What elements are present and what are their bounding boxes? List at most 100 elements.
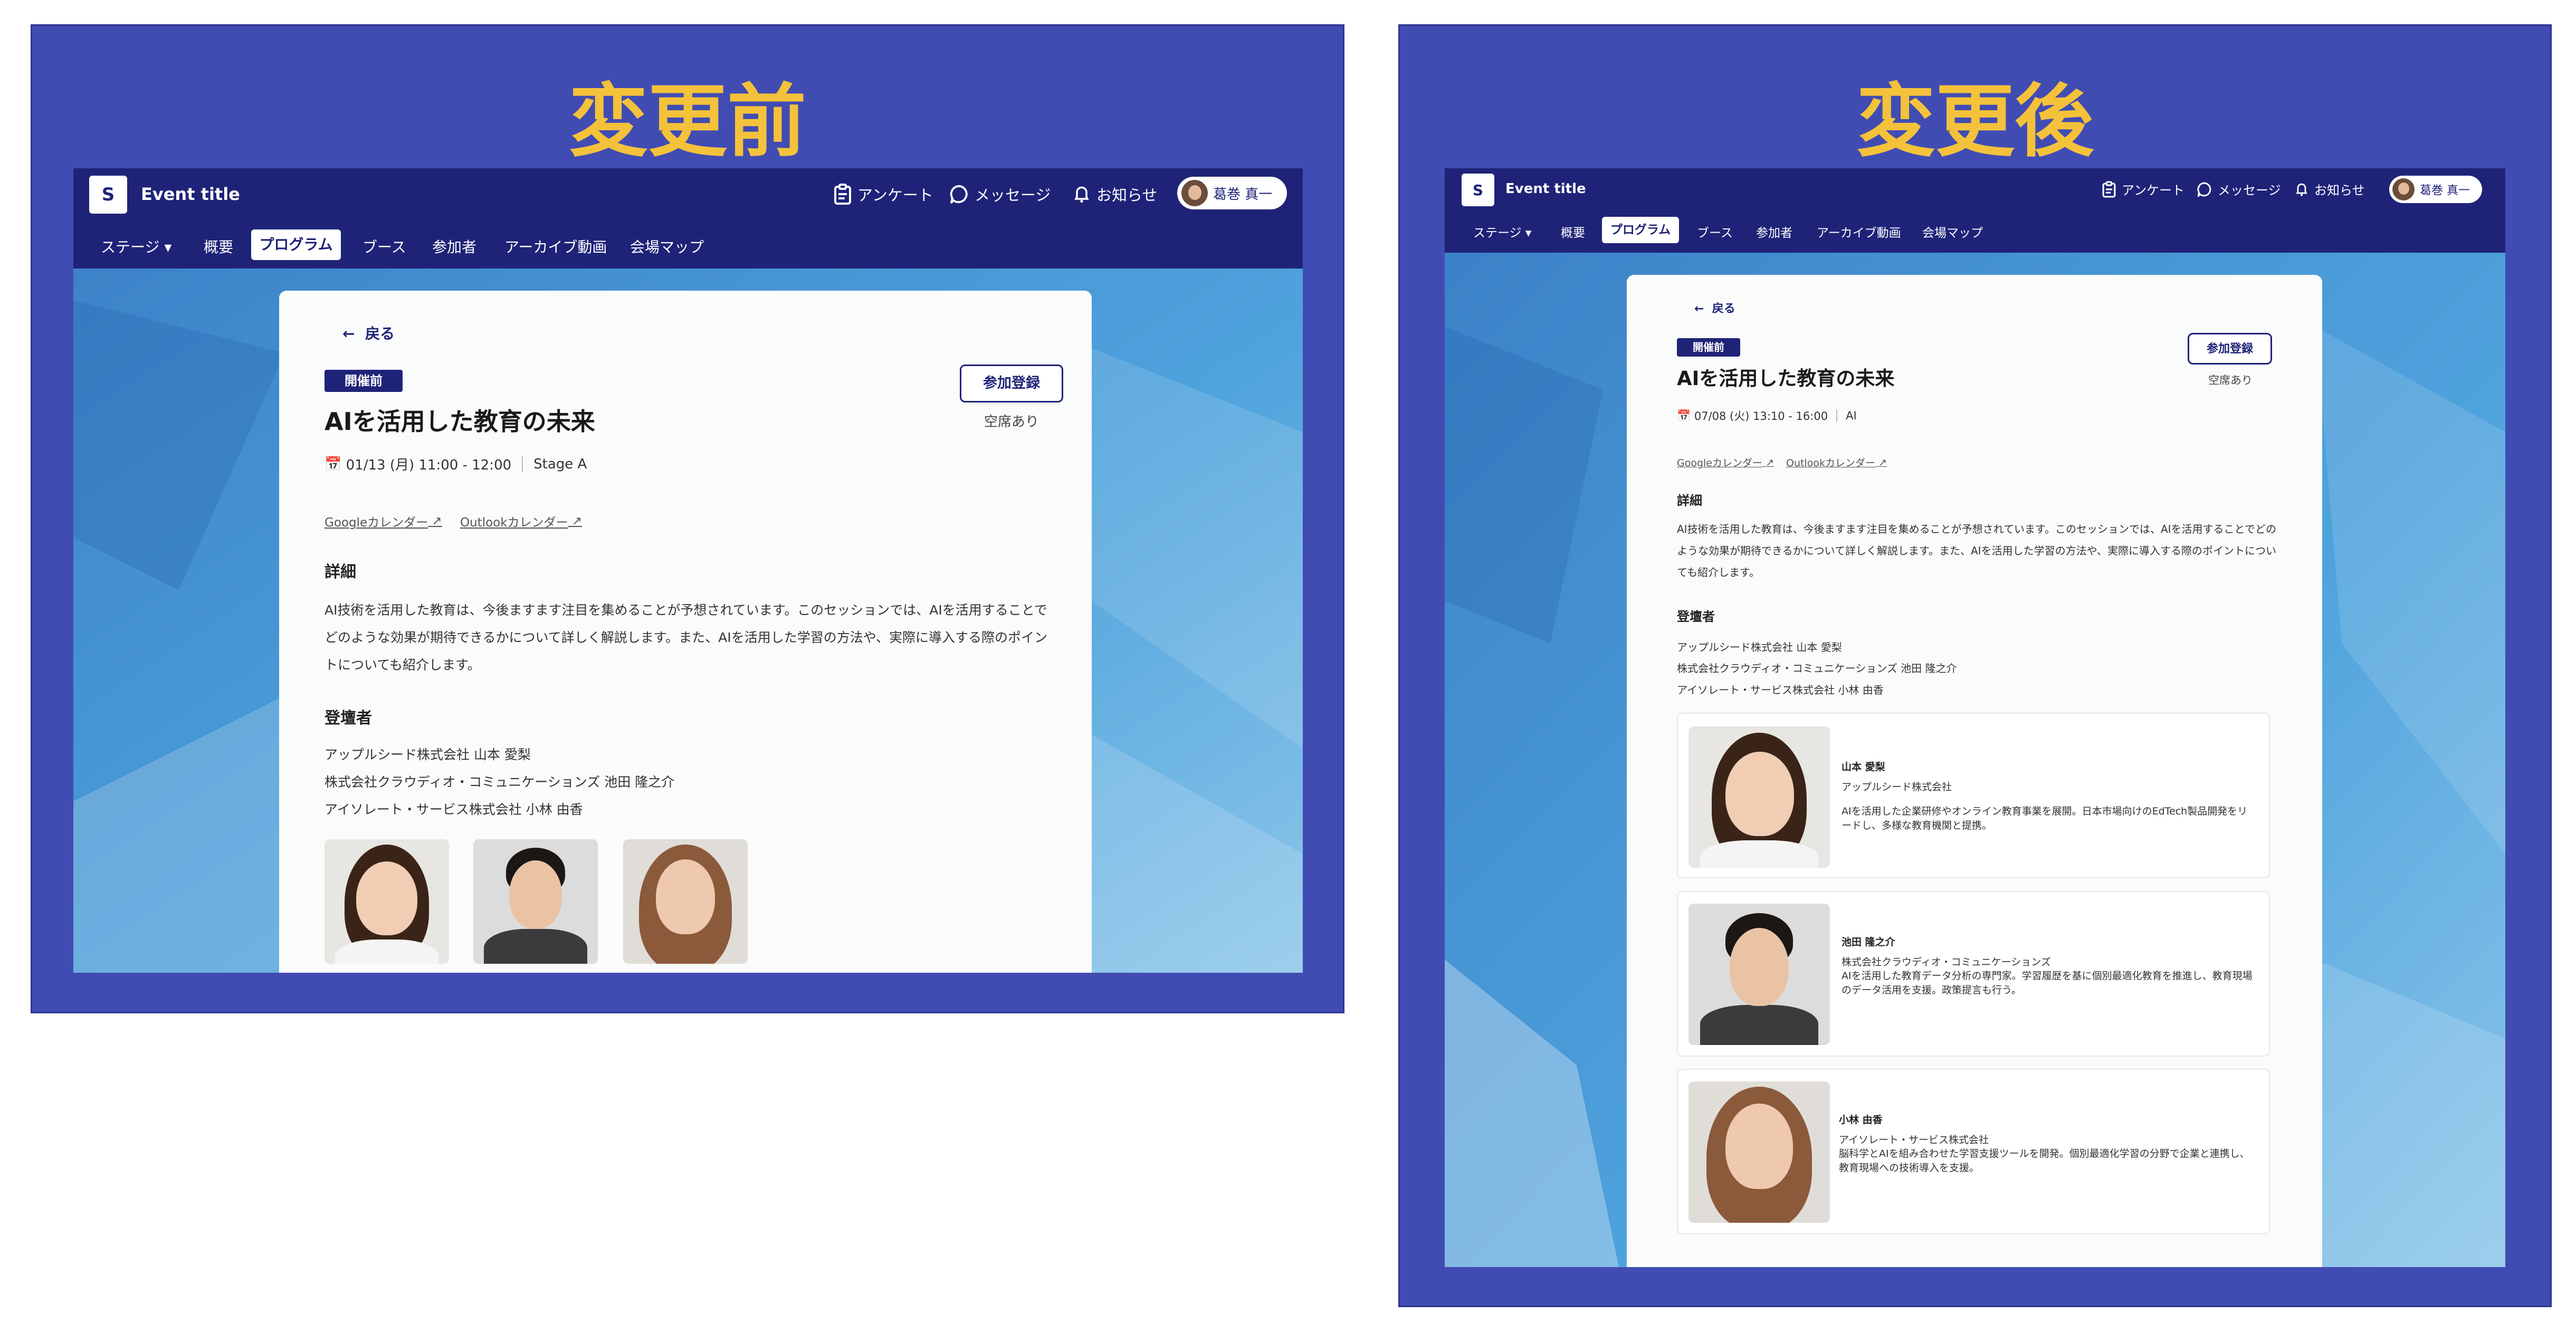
nav-overview[interactable]: 概要	[1561, 223, 1585, 241]
speaker-card: 小林 由香 アイソレート・サービス株式会社 脳科学とAIを組み合わせた学習支援ツ…	[1677, 1069, 2270, 1234]
survey-link[interactable]: アンケート	[833, 183, 933, 205]
event-venue: AI	[1846, 409, 1857, 422]
messages-link[interactable]: メッセージ	[949, 183, 1051, 205]
speaker-company: アップルシード株式会社	[1842, 781, 1952, 793]
chat-bubble-icon	[2197, 181, 2211, 197]
speaker-photo	[325, 839, 449, 964]
bell-icon	[2296, 183, 2307, 196]
nav-booth[interactable]: ブース	[362, 236, 406, 257]
nav-booth[interactable]: ブース	[1697, 223, 1733, 241]
app-logo[interactable]: S	[1462, 174, 1494, 206]
external-link-icon: ↗	[1766, 456, 1774, 468]
messages-label: メッセージ	[975, 186, 1051, 204]
survey-link[interactable]: アンケート	[2102, 180, 2184, 198]
top-header: S Event title アンケート メッセージ お知らせ 葛巻 真一	[73, 168, 1303, 221]
speaker-line: アップルシード株式会社 山本 愛梨	[325, 747, 531, 762]
caret-down-icon: ▾	[164, 238, 172, 256]
calendar-icon: 📅	[325, 456, 342, 472]
vacancy-status: 空席あり	[984, 414, 1039, 430]
after-panel: 変更後 S Event title アンケート メッセージ お知らせ 葛巻 真一…	[1398, 24, 2552, 1307]
bell-icon	[1074, 186, 1089, 203]
nav-overview[interactable]: 概要	[204, 236, 233, 257]
back-link[interactable]: ← 戻る	[342, 322, 395, 343]
nav-venue-map[interactable]: 会場マップ	[630, 236, 704, 257]
speaker-description: AIを活用した企業研修やオンライン教育事業を展開。日本市場向けのEdTech製品…	[1842, 806, 2248, 831]
status-badge: 開催前	[1677, 338, 1740, 357]
app-title: Event title	[141, 184, 240, 204]
speaker-name: 山本 愛梨	[1842, 761, 1885, 773]
nav-archive[interactable]: アーカイブ動画	[1817, 223, 1901, 241]
outlook-calendar-label: Outlookカレンダー	[1786, 457, 1875, 469]
details-text: AI技術を活用した教育は、今後ますます注目を集めることが予想されています。このセ…	[325, 602, 1047, 673]
google-calendar-label: Googleカレンダー	[325, 516, 428, 530]
nav-stage[interactable]: ステージ ▾	[101, 236, 171, 257]
event-title: AIを活用した教育の未来	[325, 407, 595, 436]
nav-archive[interactable]: アーカイブ動画	[504, 236, 607, 257]
top-header: S Event title アンケート メッセージ お知らせ 葛巻 真一	[1445, 168, 2505, 210]
event-title: AIを活用した教育の未来	[1677, 367, 1895, 390]
speaker-photo	[1688, 1081, 1830, 1223]
avatar	[2392, 178, 2415, 200]
nav-participants[interactable]: 参加者	[432, 236, 476, 257]
external-link-icon: ↗	[571, 514, 583, 528]
google-calendar-link[interactable]: Googleカレンダー ↗	[1677, 455, 1774, 469]
outlook-calendar-link[interactable]: Outlookカレンダー ↗	[460, 512, 582, 530]
arrow-left-icon: ←	[342, 325, 355, 342]
speaker-photo	[1688, 726, 1830, 868]
nav-participants[interactable]: 参加者	[1756, 223, 1792, 241]
details-heading: 詳細	[325, 563, 356, 581]
arrow-left-icon: ←	[1694, 302, 1704, 315]
nav-venue-map[interactable]: 会場マップ	[1922, 223, 1983, 241]
chat-bubble-icon	[950, 185, 968, 204]
notifications-link[interactable]: お知らせ	[2294, 180, 2365, 198]
app-logo[interactable]: S	[89, 176, 127, 214]
speakers-heading: 登壇者	[1677, 609, 1715, 624]
speaker-line: 株式会社クラウディオ・コミュニケーションズ 池田 隆之介	[1677, 662, 1957, 675]
speaker-photo	[623, 839, 748, 964]
back-label: 戻る	[365, 325, 395, 342]
after-heading: 変更後	[1856, 76, 2094, 168]
register-button[interactable]: 参加登録	[960, 365, 1063, 402]
speaker-description: AIを活用した教育データ分析の専門家。学習履歴を基に個別最適化教育を推進し、教育…	[1842, 970, 2253, 996]
calendar-icon: 📅	[1677, 409, 1691, 422]
main-nav: ステージ ▾ 概要 プログラム ブース 参加者 アーカイブ動画 会場マップ	[1445, 210, 2505, 253]
before-heading: 変更前	[568, 76, 806, 168]
speaker-card: 池田 隆之介 株式会社クラウディオ・コミュニケーションズ AIを活用した教育デー…	[1677, 891, 2270, 1057]
before-panel: 変更前 S Event title アンケート メッセージ お知らせ 葛巻 真一…	[31, 24, 1344, 1013]
notifications-link[interactable]: お知らせ	[1072, 183, 1157, 205]
program-detail-card: ← 戻る 開催前 AIを活用した教育の未来 参加登録 空席あり 📅 01/13 …	[279, 291, 1092, 973]
avatar	[1181, 180, 1208, 206]
back-link[interactable]: ← 戻る	[1694, 299, 1735, 316]
survey-label: アンケート	[2122, 183, 2185, 198]
speakers-heading: 登壇者	[325, 709, 372, 727]
outlook-calendar-label: Outlookカレンダー	[460, 516, 568, 530]
notifications-label: お知らせ	[1096, 186, 1158, 204]
nav-stage-label: ステージ	[101, 238, 160, 256]
messages-label: メッセージ	[2218, 183, 2281, 198]
survey-label: アンケート	[857, 186, 933, 204]
details-text: AI技術を活用した教育は、今後ますます注目を集めることが予想されています。このセ…	[1677, 523, 2276, 579]
program-detail-card: ← 戻る 開催前 AIを活用した教育の未来 参加登録 空席あり 📅 07/08 …	[1627, 275, 2322, 1267]
nav-stage[interactable]: ステージ ▾	[1473, 223, 1531, 241]
nav-program[interactable]: プログラム	[1602, 217, 1679, 243]
vacancy-status: 空席あり	[2208, 374, 2253, 387]
clipboard-icon	[2102, 180, 2116, 198]
notifications-label: お知らせ	[2314, 183, 2365, 198]
nav-program[interactable]: プログラム	[251, 229, 341, 260]
google-calendar-link[interactable]: Googleカレンダー ↗	[325, 512, 442, 530]
messages-link[interactable]: メッセージ	[2197, 180, 2281, 198]
speaker-line: アイソレート・サービス株式会社 小林 由香	[325, 802, 583, 817]
speaker-card: 山本 愛梨 アップルシード株式会社 AIを活用した企業研修やオンライン教育事業を…	[1677, 713, 2270, 878]
google-calendar-label: Googleカレンダー	[1677, 457, 1763, 469]
outlook-calendar-link[interactable]: Outlookカレンダー ↗	[1786, 455, 1887, 469]
back-label: 戻る	[1712, 302, 1735, 315]
speaker-name: 小林 由香	[1839, 1114, 1883, 1126]
speaker-photo	[473, 839, 598, 964]
user-menu[interactable]: 葛巻 真一	[1177, 177, 1287, 209]
status-badge: 開催前	[325, 370, 403, 392]
external-link-icon: ↗	[432, 514, 442, 528]
user-menu[interactable]: 葛巻 真一	[2389, 176, 2482, 203]
register-button[interactable]: 参加登録	[2188, 333, 2272, 365]
event-datetime: 01/13 (月) 11:00 - 12:00	[346, 457, 512, 473]
speaker-line: 株式会社クラウディオ・コミュニケーションズ 池田 隆之介	[325, 774, 675, 790]
